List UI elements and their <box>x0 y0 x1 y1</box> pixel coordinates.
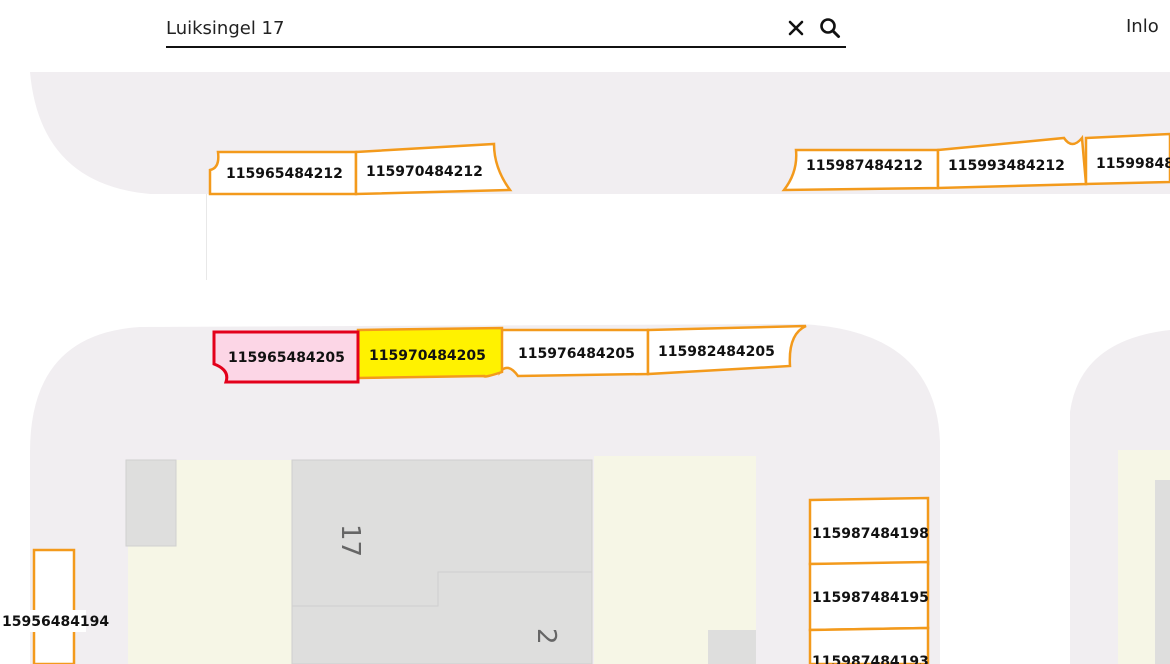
map-canvas[interactable]: 17 2 115965484212 115970484212 115987484… <box>0 72 1170 664</box>
building-left <box>125 459 177 547</box>
parcel-label: 115987484212 <box>806 158 923 174</box>
parcel-label: 115970484205 <box>369 348 486 364</box>
parcel-group-right-column: 115987484198 115987484195 115987484193 <box>808 496 930 664</box>
parcel-label: 11599848 <box>1096 156 1170 172</box>
parcel-label: 115965484212 <box>226 166 343 182</box>
parcel-label: 115970484212 <box>366 164 483 180</box>
house-number-2: 2 <box>531 628 561 645</box>
parcel-label: 115982484205 <box>658 344 775 360</box>
parcel-label: 115993484212 <box>948 158 1065 174</box>
clear-button[interactable] <box>782 14 810 42</box>
search-bar <box>166 12 846 48</box>
parcel-label: 115987484193 <box>812 654 929 664</box>
top-bar: Inlo <box>0 0 1170 72</box>
parcel-label: 115987484195 <box>812 590 929 606</box>
search-input[interactable] <box>166 12 766 44</box>
building-far-right <box>1155 480 1170 664</box>
building-small <box>708 630 756 664</box>
parcel-left-edge[interactable] <box>32 548 76 664</box>
search-icon <box>820 18 840 38</box>
login-link[interactable]: Inlo <box>1126 16 1159 37</box>
close-icon <box>788 20 804 36</box>
parcel-label-selected: 115965484205 <box>228 350 345 366</box>
parcel-group-top-left: 115965484212 115970484212 <box>208 142 513 196</box>
search-button[interactable] <box>816 14 844 42</box>
parcel-label: 115976484205 <box>518 346 635 362</box>
parcel-label: 115987484198 <box>812 526 929 542</box>
house-number-17: 17 <box>335 524 365 557</box>
parcel-label: 15956484194 <box>2 614 109 630</box>
map-view[interactable]: 17 2 115965484212 115970484212 115987484… <box>0 72 1170 664</box>
road-edge <box>206 194 207 280</box>
